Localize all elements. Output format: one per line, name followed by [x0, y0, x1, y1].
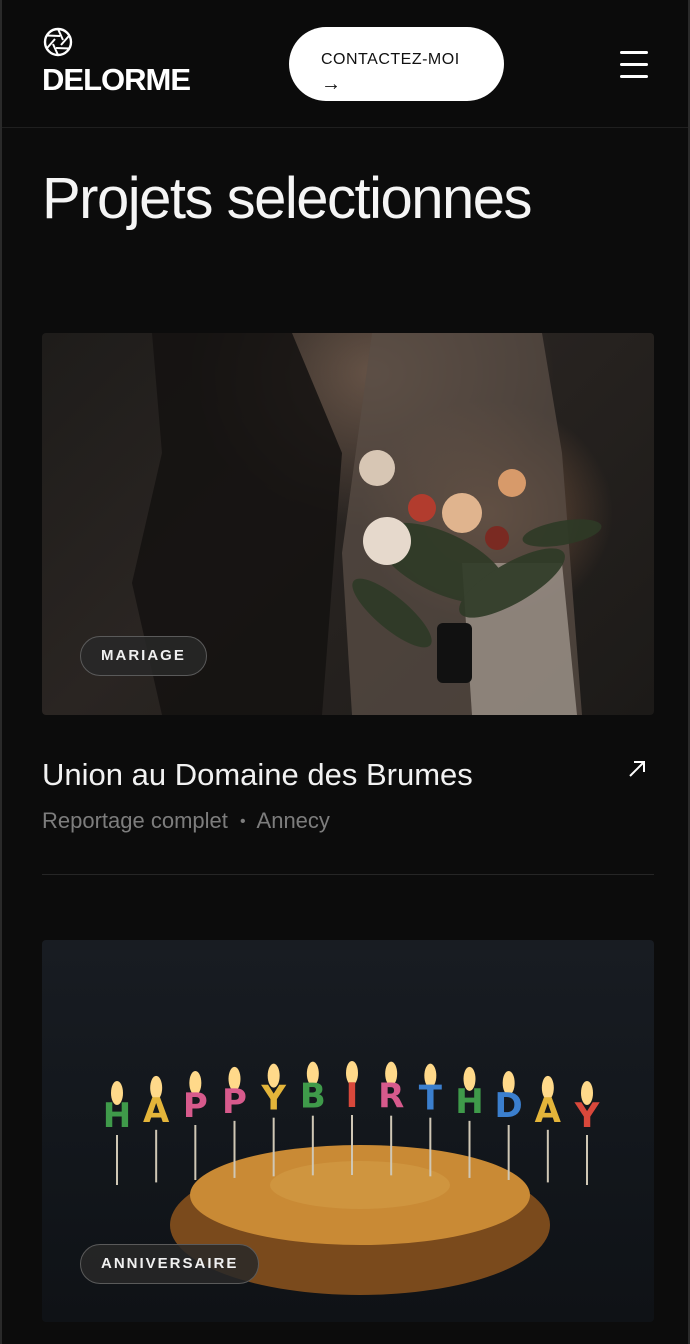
project-title[interactable]: Union au Domaine des Brumes [42, 757, 473, 793]
candle-letter: I [346, 1076, 359, 1116]
menu-line-bottom [620, 75, 648, 78]
hamburger-menu-button[interactable] [612, 44, 656, 84]
candle-letter: R [378, 1077, 404, 1117]
candle-letter: H [103, 1096, 131, 1136]
candle-letter: A [143, 1091, 170, 1131]
candle-letter: P [222, 1082, 247, 1122]
meta-separator: • [240, 813, 246, 830]
candle-letter: D [495, 1086, 523, 1126]
contact-button[interactable]: CONTACTEZ-MOI → [289, 27, 504, 101]
external-arrow-icon[interactable] [626, 758, 648, 780]
candle-letter: H [455, 1082, 483, 1122]
brand-name: DELORME [42, 62, 191, 97]
candle-letter: B [300, 1077, 326, 1117]
project-location: Annecy [256, 808, 330, 833]
menu-line-middle [620, 63, 648, 66]
aperture-icon [43, 27, 73, 57]
project-type: Reportage complet [42, 808, 228, 833]
project-image-birthday[interactable]: HAPPYBIRTHDAY ANNIVERSAIRE [42, 940, 654, 1322]
category-badge: MARIAGE [80, 636, 207, 676]
site-header: DELORME CONTACTEZ-MOI → [2, 0, 688, 128]
candle-letter: T [419, 1079, 443, 1119]
candle-letter: Y [260, 1079, 286, 1119]
candle-letter: Y [574, 1096, 600, 1136]
category-badge: ANNIVERSAIRE [80, 1244, 260, 1284]
page: DELORME CONTACTEZ-MOI → Projets selectio… [0, 0, 690, 1344]
brand-logo[interactable]: DELORME [42, 26, 191, 98]
page-title: Projets selectionnes [42, 166, 533, 231]
project-meta: Reportage complet • Annecy [42, 808, 330, 834]
project-image-wedding[interactable]: MARIAGE [42, 333, 654, 715]
candle-letter: P [183, 1086, 208, 1126]
contact-button-label: CONTACTEZ-MOI [321, 50, 460, 68]
candle-letter: A [535, 1091, 562, 1131]
arrow-right-icon: → [321, 72, 341, 95]
menu-line-top [620, 51, 648, 54]
divider [42, 874, 654, 875]
